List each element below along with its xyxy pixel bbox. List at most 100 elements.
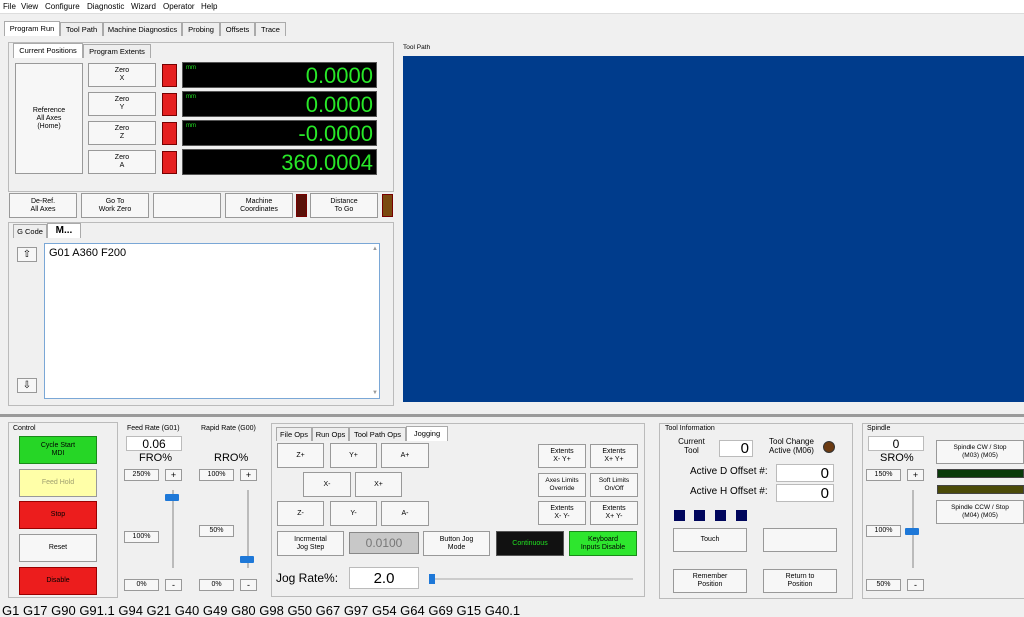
zero-a-button[interactable]: Zero A xyxy=(88,150,156,174)
fro-mid-button[interactable]: 100% xyxy=(124,531,159,543)
tab-file-ops[interactable]: File Ops xyxy=(276,427,312,441)
soft-limits-button[interactable]: Soft Limits On/Off xyxy=(590,473,638,497)
sro-min-button[interactable]: 50% xyxy=(866,579,901,591)
scrollbar-down-icon[interactable]: ▼ xyxy=(372,390,378,396)
jog-y-minus-button[interactable]: Y- xyxy=(330,501,377,526)
tool-indicator-2 xyxy=(694,510,705,521)
tab-program-run[interactable]: Program Run xyxy=(4,21,60,36)
touch-button[interactable]: Touch xyxy=(673,528,747,552)
return-to-position-button[interactable]: Return to Position xyxy=(763,569,837,593)
tab-gcode[interactable]: G Code xyxy=(13,224,47,238)
extents-xminus-yminus-button[interactable]: Extents X- Y- xyxy=(538,501,586,525)
tab-tool-path[interactable]: Tool Path xyxy=(60,22,103,36)
a-axis-led xyxy=(162,151,177,174)
menu-operator[interactable]: Operator xyxy=(163,2,195,11)
extents-xplus-yplus-button[interactable]: Extents X+ Y+ xyxy=(590,444,638,468)
menu-configure[interactable]: Configure xyxy=(45,2,80,11)
sro-slider-thumb[interactable] xyxy=(905,528,919,535)
reference-all-axes-button[interactable]: Reference All Axes (Home) xyxy=(15,63,83,174)
continuous-button[interactable]: Continuous xyxy=(496,531,564,556)
y-axis-led xyxy=(162,93,177,116)
reset-button[interactable]: Reset xyxy=(19,534,97,562)
z-unit: mm xyxy=(186,123,196,129)
menu-bar: File View Configure Diagnostic Wizard Op… xyxy=(0,0,1024,14)
jog-y-plus-button[interactable]: Y+ xyxy=(330,443,377,468)
rro-mid-button[interactable]: 50% xyxy=(199,525,234,537)
sro-minus-button[interactable]: - xyxy=(907,579,924,591)
stop-button[interactable]: Stop xyxy=(19,501,97,529)
scroll-down-button[interactable]: ⇩ xyxy=(17,378,37,393)
tab-mdi[interactable]: M... xyxy=(47,223,81,238)
tab-tool-path-ops[interactable]: Tool Path Ops xyxy=(349,427,406,441)
axes-limits-override-button[interactable]: Axes Limits Override xyxy=(538,473,586,497)
jog-x-minus-button[interactable]: X- xyxy=(303,472,351,497)
rro-slider-thumb[interactable] xyxy=(240,556,254,563)
zero-z-button[interactable]: Zero Z xyxy=(88,121,156,145)
feed-hold-button[interactable]: Feed Hold xyxy=(19,469,97,497)
fro-min-button[interactable]: 0% xyxy=(124,579,159,591)
jog-z-plus-button[interactable]: Z+ xyxy=(277,443,324,468)
tab-jogging[interactable]: Jogging xyxy=(406,426,448,441)
menu-view[interactable]: View xyxy=(21,2,38,11)
deref-all-axes-button[interactable]: De-Ref. All Axes xyxy=(9,193,77,218)
rro-max-button[interactable]: 100% xyxy=(199,469,234,481)
button-jog-mode-button[interactable]: Button Jog Mode xyxy=(423,531,490,556)
fro-minus-button[interactable]: - xyxy=(165,579,182,591)
zero-y-button[interactable]: Zero Y xyxy=(88,92,156,116)
jog-x-plus-button[interactable]: X+ xyxy=(355,472,402,497)
tab-probing[interactable]: Probing xyxy=(182,22,220,36)
tab-machine-diagnostics[interactable]: Machine Diagnostics xyxy=(103,22,182,36)
tool-change-led xyxy=(823,441,835,453)
tab-program-extents[interactable]: Program Extents xyxy=(83,44,151,58)
active-h-value: 0 xyxy=(776,484,834,502)
cycle-start-button[interactable]: Cycle Start MDI xyxy=(19,436,97,464)
jog-rate-value[interactable]: 2.0 xyxy=(349,567,419,589)
spindle-cw-button[interactable]: Spindle CW / Stop (M03) (M05) xyxy=(936,440,1024,464)
fro-plus-button[interactable]: + xyxy=(165,469,182,481)
rro-min-button[interactable]: 0% xyxy=(199,579,234,591)
zero-x-button[interactable]: Zero X xyxy=(88,63,156,87)
remember-position-button[interactable]: Remember Position xyxy=(673,569,747,593)
extents-xminus-yplus-button[interactable]: Extents X- Y+ xyxy=(538,444,586,468)
menu-file[interactable]: File xyxy=(3,2,16,11)
tab-run-ops[interactable]: Run Ops xyxy=(312,427,349,441)
scroll-up-button[interactable]: ⇧ xyxy=(17,247,37,262)
sro-max-button[interactable]: 150% xyxy=(866,469,901,481)
a-dro: 360.0004 xyxy=(182,149,377,175)
y-value: 0.0000 xyxy=(305,92,373,117)
jog-a-plus-button[interactable]: A+ xyxy=(381,443,429,468)
go-to-work-zero-button[interactable]: Go To Work Zero xyxy=(81,193,149,218)
a-value: 360.0004 xyxy=(281,150,373,175)
jog-step-field[interactable]: 0.0100 xyxy=(349,532,419,554)
fro-slider-thumb[interactable] xyxy=(165,494,179,501)
machine-coordinates-button[interactable]: Machine Coordinates xyxy=(225,193,293,218)
jog-rate-slider-thumb[interactable] xyxy=(429,574,435,584)
toolpath-view[interactable] xyxy=(403,56,1024,402)
jog-z-minus-button[interactable]: Z- xyxy=(277,501,324,526)
menu-wizard[interactable]: Wizard xyxy=(131,2,156,11)
rro-minus-button[interactable]: - xyxy=(240,579,257,591)
spindle-ccw-button[interactable]: Spindle CCW / Stop (M04) (M05) xyxy=(936,500,1024,524)
disable-button[interactable]: Disable xyxy=(19,567,97,595)
sro-plus-button[interactable]: + xyxy=(907,469,924,481)
menu-help[interactable]: Help xyxy=(201,2,217,11)
extents-xplus-yminus-button[interactable]: Extents X+ Y- xyxy=(590,501,638,525)
tab-trace[interactable]: Trace xyxy=(255,22,286,36)
menu-diagnostic[interactable]: Diagnostic xyxy=(87,2,124,11)
tab-offsets[interactable]: Offsets xyxy=(220,22,255,36)
tool-blank-button[interactable] xyxy=(763,528,837,552)
sro-mid-button[interactable]: 100% xyxy=(866,525,901,537)
distance-to-go-button[interactable]: Distance To Go xyxy=(310,193,378,218)
scrollbar-up-icon[interactable]: ▲ xyxy=(372,246,378,252)
mdi-input[interactable]: G01 A360 F200 ▲ ▼ xyxy=(44,243,380,399)
rro-plus-button[interactable]: + xyxy=(240,469,257,481)
keyboard-inputs-disable-button[interactable]: Keyboard Inputs Disable xyxy=(569,531,637,556)
incremental-jog-step-button[interactable]: Incrmental Jog Step xyxy=(277,531,344,556)
current-tool-value: 0 xyxy=(719,440,753,457)
arrow-down-icon: ⇩ xyxy=(22,379,32,391)
fro-max-button[interactable]: 250% xyxy=(124,469,159,481)
blank-button[interactable] xyxy=(153,193,221,218)
jog-a-minus-button[interactable]: A- xyxy=(381,501,429,526)
jog-rate-slider-track xyxy=(429,578,633,580)
tab-current-positions[interactable]: Current Positions xyxy=(13,43,83,58)
